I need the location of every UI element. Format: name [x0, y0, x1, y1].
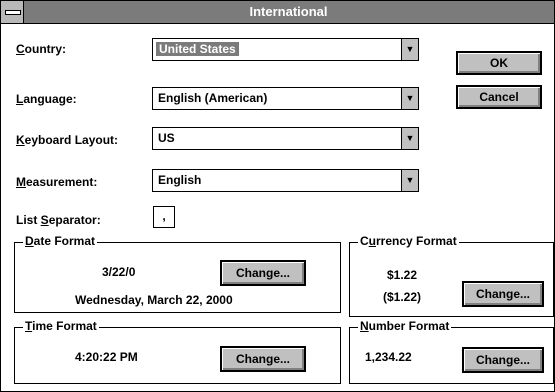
time-change-button[interactable]: Change... — [220, 346, 306, 372]
language-dropdown[interactable]: English (American) ▼ — [152, 87, 419, 110]
chevron-down-icon: ▼ — [405, 133, 415, 143]
date-format-group: Date Format 3/22/0 Wednesday, March 22, … — [14, 234, 341, 313]
list-separator-label: List Separator: — [16, 213, 101, 227]
keyboard-layout-value: US — [158, 131, 175, 145]
measurement-dropdown-arrow[interactable]: ▼ — [401, 170, 418, 191]
time-value: 4:20:22 PM — [75, 350, 138, 364]
window-title: International — [249, 4, 328, 19]
ok-button[interactable]: OK — [456, 51, 542, 75]
title-bar[interactable]: International — [1, 1, 554, 24]
country-dropdown-arrow[interactable]: ▼ — [401, 39, 418, 60]
keyboard-dropdown-arrow[interactable]: ▼ — [401, 128, 418, 149]
currency-format-label: Currency Format — [358, 234, 459, 248]
currency-change-button[interactable]: Change... — [462, 281, 544, 307]
list-separator-input[interactable]: , — [153, 206, 175, 228]
chevron-down-icon: ▼ — [405, 175, 415, 185]
date-short-value: 3/22/0 — [102, 265, 136, 279]
system-menu-icon — [5, 10, 21, 15]
currency-format-group: Currency Format $1.22 ($1.22) Change... — [349, 234, 554, 317]
keyboard-layout-dropdown[interactable]: US ▼ — [152, 127, 419, 150]
language-dropdown-arrow[interactable]: ▼ — [401, 88, 418, 109]
number-format-group: Number Format 1,234.22 Change... — [349, 319, 554, 384]
language-label: Language: — [16, 92, 77, 106]
country-dropdown[interactable]: United States ▼ — [152, 38, 419, 61]
currency-negative-value: ($1.22) — [383, 290, 422, 304]
time-format-group: Time Format 4:20:22 PM Change... — [14, 319, 341, 384]
country-value: United States — [156, 42, 239, 56]
measurement-value: English — [158, 173, 202, 187]
country-label: Country: — [16, 42, 66, 56]
number-value: 1,234.22 — [365, 350, 412, 364]
chevron-down-icon: ▼ — [405, 44, 415, 54]
currency-positive-value: $1.22 — [387, 268, 418, 282]
date-change-button[interactable]: Change... — [220, 260, 306, 286]
measurement-dropdown[interactable]: English ▼ — [152, 169, 419, 192]
date-long-value: Wednesday, March 22, 2000 — [75, 293, 233, 307]
number-change-button[interactable]: Change... — [462, 347, 544, 373]
cancel-button[interactable]: Cancel — [456, 85, 542, 109]
chevron-down-icon: ▼ — [405, 93, 415, 103]
keyboard-layout-label: Keyboard Layout: — [16, 133, 119, 147]
time-format-label: Time Format — [23, 319, 99, 333]
international-dialog: International Country: United States ▼ L… — [0, 0, 555, 392]
system-menu-button[interactable] — [1, 1, 24, 23]
measurement-label: Measurement: — [16, 175, 98, 189]
number-format-label: Number Format — [358, 319, 452, 333]
language-value: English (American) — [158, 91, 268, 105]
date-format-label: Date Format — [23, 234, 98, 248]
